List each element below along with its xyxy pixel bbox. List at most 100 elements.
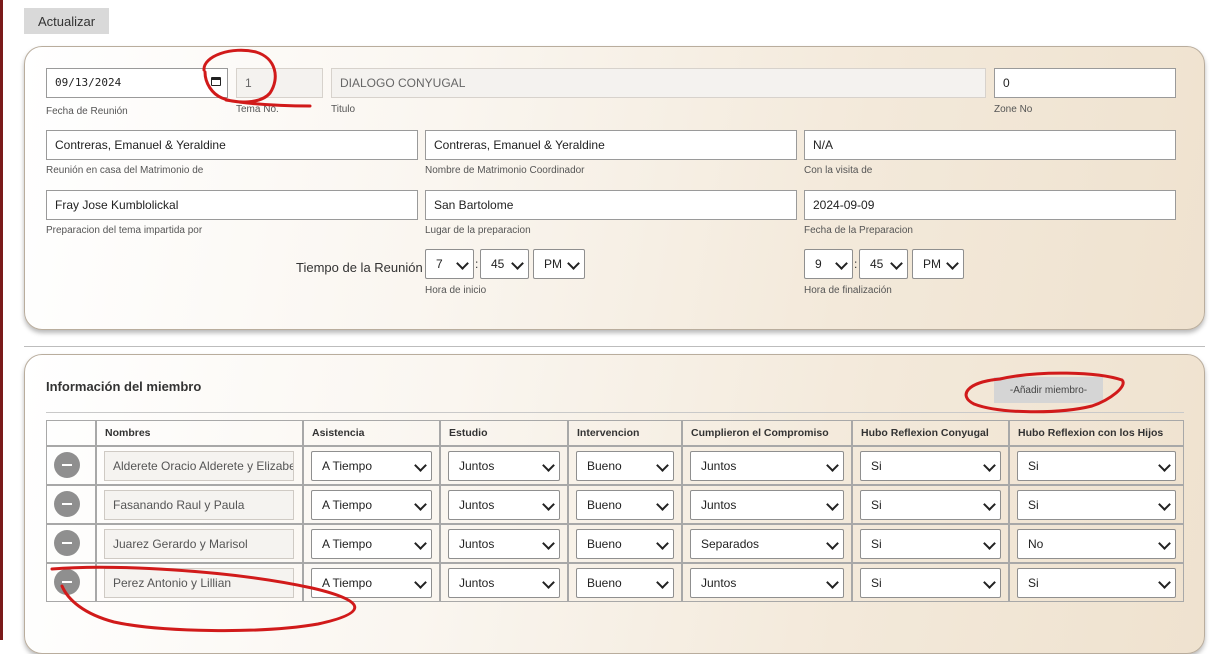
- compromiso-select[interactable]: Separados: [690, 529, 844, 559]
- calendar-icon[interactable]: [211, 77, 221, 86]
- intervencion-select[interactable]: Bueno: [576, 451, 674, 481]
- end-hour-value: 9: [815, 257, 822, 271]
- chevron-down-icon: [414, 537, 427, 550]
- select-value: A Tiempo: [322, 459, 373, 473]
- estudio-select[interactable]: Juntos: [448, 529, 560, 559]
- select-value: Juntos: [459, 576, 495, 590]
- tema-number-input: 1: [236, 68, 323, 98]
- zone-number-label: Zone No: [994, 104, 1033, 115]
- coordinator-input[interactable]: Contreras, Emanuel & Yeraldine: [425, 130, 797, 160]
- members-header-rule: [46, 412, 1184, 413]
- prep-by-input[interactable]: Fray Jose Kumblolickal: [46, 190, 418, 220]
- title-label: Titulo: [331, 104, 356, 115]
- select-value: Bueno: [587, 576, 622, 590]
- coordinator-label: Nombre de Matrimonio Coordinador: [425, 165, 585, 176]
- add-member-button[interactable]: -Añadir miembro-: [994, 377, 1103, 403]
- estudio-select[interactable]: Juntos: [448, 451, 560, 481]
- prep-by-label: Preparacion del tema impartida por: [46, 225, 203, 236]
- asistencia-select[interactable]: A Tiempo: [311, 451, 432, 481]
- chevron-down-icon: [1158, 576, 1171, 589]
- compromiso-select[interactable]: Juntos: [690, 568, 844, 598]
- prep-place-input[interactable]: San Bartolome: [425, 190, 797, 220]
- minus-icon: [62, 542, 72, 544]
- minus-icon: [62, 464, 72, 466]
- end-colon: :: [854, 257, 858, 271]
- column-header: Hubo Reflexion Conyugal: [852, 420, 1009, 446]
- start-minute-select[interactable]: 45: [480, 249, 529, 279]
- chevron-down-icon: [983, 537, 996, 550]
- chevron-down-icon: [414, 498, 427, 511]
- reflexion-hijos-select[interactable]: Si: [1017, 568, 1176, 598]
- select-value: A Tiempo: [322, 537, 373, 551]
- remove-member-button[interactable]: [54, 569, 80, 595]
- asistencia-select[interactable]: A Tiempo: [311, 529, 432, 559]
- select-value: Juntos: [701, 459, 737, 473]
- member-name-field: Juarez Gerardo y Marisol: [104, 529, 294, 559]
- estudio-select[interactable]: Juntos: [448, 568, 560, 598]
- chevron-down-icon: [542, 576, 555, 589]
- minus-icon: [62, 581, 72, 583]
- select-value: Si: [1028, 498, 1039, 512]
- member-name-field: Fasanando Raul y Paula: [104, 490, 294, 520]
- reflexion-conyugal-select[interactable]: Si: [860, 490, 1001, 520]
- prep-date-input[interactable]: 2024-09-09: [804, 190, 1176, 220]
- estudio-select[interactable]: Juntos: [448, 490, 560, 520]
- member-name-field: Perez Antonio y Lillian: [104, 568, 294, 598]
- select-value: Si: [871, 576, 882, 590]
- visit-label: Con la visita de: [804, 165, 873, 176]
- end-minute-value: 45: [870, 257, 884, 271]
- meeting-date-input[interactable]: 09/13/2024: [46, 68, 228, 98]
- section-divider: [24, 346, 1205, 347]
- compromiso-select[interactable]: Juntos: [690, 490, 844, 520]
- end-time-label: Hora de finalización: [804, 285, 892, 296]
- host-couple-input[interactable]: Contreras, Emanuel & Yeraldine: [46, 130, 418, 160]
- chevron-down-icon: [890, 257, 903, 270]
- column-header: Estudio: [440, 420, 568, 446]
- meeting-time-label: Tiempo de la Reunión: [296, 260, 423, 275]
- asistencia-select[interactable]: A Tiempo: [311, 568, 432, 598]
- chevron-down-icon: [835, 257, 848, 270]
- reflexion-conyugal-select[interactable]: Si: [860, 568, 1001, 598]
- chevron-down-icon: [414, 576, 427, 589]
- chevron-down-icon: [656, 459, 669, 472]
- remove-member-button[interactable]: [54, 491, 80, 517]
- column-header: Hubo Reflexion con los Hijos: [1009, 420, 1184, 446]
- chevron-down-icon: [542, 537, 555, 550]
- remove-member-button[interactable]: [54, 452, 80, 478]
- intervencion-select[interactable]: Bueno: [576, 529, 674, 559]
- intervencion-select[interactable]: Bueno: [576, 568, 674, 598]
- select-value: Bueno: [587, 537, 622, 551]
- select-value: Separados: [701, 537, 760, 551]
- end-ampm-select[interactable]: PM: [912, 249, 964, 279]
- end-minute-select[interactable]: 45: [859, 249, 908, 279]
- reflexion-hijos-select[interactable]: No: [1017, 529, 1176, 559]
- start-ampm-value: PM: [544, 257, 562, 271]
- end-hour-select[interactable]: 9: [804, 249, 853, 279]
- start-ampm-select[interactable]: PM: [533, 249, 585, 279]
- intervencion-select[interactable]: Bueno: [576, 490, 674, 520]
- left-accent-border: [0, 0, 3, 640]
- remove-member-button[interactable]: [54, 530, 80, 556]
- compromiso-select[interactable]: Juntos: [690, 451, 844, 481]
- member-name-field: Alderete Oracio Alderete y Elizabeth: [104, 451, 294, 481]
- asistencia-select[interactable]: A Tiempo: [311, 490, 432, 520]
- select-value: Juntos: [701, 498, 737, 512]
- zone-number-input[interactable]: 0: [994, 68, 1176, 98]
- column-header: Intervencion: [568, 420, 682, 446]
- reflexion-conyugal-select[interactable]: Si: [860, 529, 1001, 559]
- chevron-down-icon: [1158, 498, 1171, 511]
- start-minute-value: 45: [491, 257, 505, 271]
- chevron-down-icon: [826, 537, 839, 550]
- chevron-down-icon: [656, 498, 669, 511]
- select-value: Si: [871, 498, 882, 512]
- visit-input[interactable]: N/A: [804, 130, 1176, 160]
- select-value: Si: [1028, 459, 1039, 473]
- reflexion-conyugal-select[interactable]: Si: [860, 451, 1001, 481]
- update-button[interactable]: Actualizar: [24, 8, 109, 34]
- chevron-down-icon: [1158, 459, 1171, 472]
- start-hour-select[interactable]: 7: [425, 249, 474, 279]
- end-ampm-value: PM: [923, 257, 941, 271]
- select-value: A Tiempo: [322, 498, 373, 512]
- reflexion-hijos-select[interactable]: Si: [1017, 451, 1176, 481]
- reflexion-hijos-select[interactable]: Si: [1017, 490, 1176, 520]
